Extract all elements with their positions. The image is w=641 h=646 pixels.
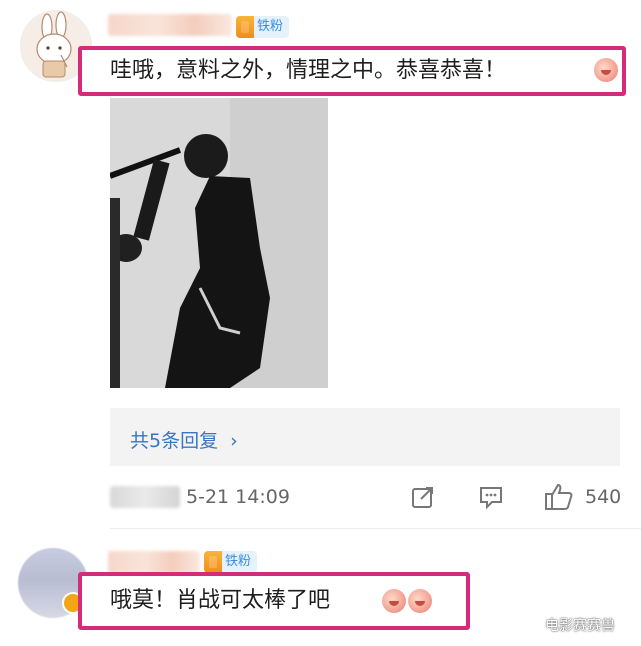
rabbit-emoji-icon	[592, 58, 618, 82]
view-replies-label: 共5条回复	[130, 430, 219, 452]
share-icon	[412, 487, 433, 508]
comment-text: 哇哦，意料之外，情理之中。恭喜恭喜！	[110, 60, 506, 82]
view-replies-link[interactable]: 共5条回复 ›	[130, 426, 238, 453]
fan-level-icon	[204, 551, 222, 573]
rabbit-emoji-icon	[406, 589, 432, 613]
comment-text-content: 哇哦，意料之外，情理之中。恭喜恭喜！	[110, 58, 507, 83]
post-photo[interactable]	[110, 98, 328, 388]
rabbit-emoji-icon	[380, 589, 406, 613]
thumbs-up-icon	[545, 483, 573, 510]
divider	[110, 528, 641, 529]
fan-level-icon	[236, 16, 254, 38]
watermark: 电影赛赛兽	[545, 618, 615, 634]
location-blurred	[110, 486, 180, 508]
post-time: 5-21 14:09	[186, 486, 290, 508]
username-blurred[interactable]	[108, 14, 232, 36]
fan-badge: 铁粉	[204, 551, 258, 573]
fan-badge: 铁粉	[236, 16, 290, 38]
chevron-right-icon: ›	[230, 430, 238, 452]
like-button[interactable]	[544, 482, 574, 516]
like-count: 540	[585, 486, 622, 508]
portrait-photo-image	[110, 98, 328, 388]
comment-icon	[480, 487, 502, 510]
fan-badge-label: 铁粉	[225, 554, 252, 569]
username-blurred[interactable]	[108, 551, 200, 573]
comment-text: 哦莫！肖战可太棒了吧	[110, 590, 330, 612]
fan-badge-label: 铁粉	[257, 19, 284, 34]
share-button[interactable]	[410, 484, 436, 514]
comment-text-content: 哦莫！肖战可太棒了吧	[110, 588, 331, 613]
comment-button[interactable]	[478, 484, 504, 514]
